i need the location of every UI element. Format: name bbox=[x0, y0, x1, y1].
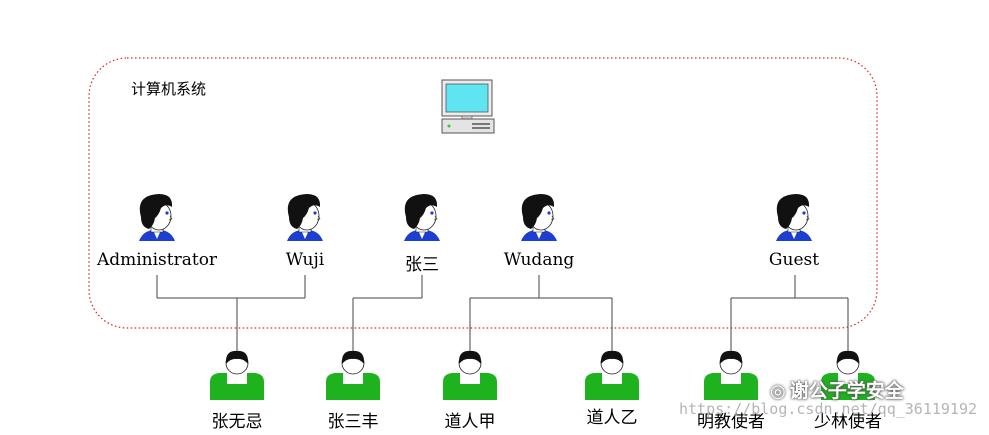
account-label-zhangsan: 张三 bbox=[405, 255, 439, 275]
user-label-zhangsanfeng: 张三丰 bbox=[327, 412, 379, 432]
system-title: 计算机系统 bbox=[131, 80, 207, 98]
account-label-guest: Guest bbox=[768, 250, 820, 270]
account-label-administrator: Administrator bbox=[96, 250, 218, 270]
account-wudang-icon bbox=[520, 193, 558, 242]
account-zhangsan-icon bbox=[403, 193, 441, 242]
account-guest-icon bbox=[775, 193, 813, 242]
desktop-computer-icon bbox=[441, 79, 495, 134]
user-label-zhangwuji: 张无忌 bbox=[211, 412, 263, 432]
diagram-canvas bbox=[88, 57, 878, 401]
account-administrator-icon bbox=[138, 193, 176, 242]
user-zhangwuji-icon bbox=[209, 350, 265, 401]
watermark-brand-text: 谢公子学安全 bbox=[789, 380, 904, 402]
user-mingjiao-icon bbox=[703, 350, 759, 401]
user-zhangsanfeng-icon bbox=[325, 350, 381, 401]
user-daorenyi-icon bbox=[584, 350, 640, 401]
connector-lines bbox=[156, 275, 849, 352]
user-label-daorenyi: 道人乙 bbox=[586, 408, 638, 428]
user-label-daorenjia: 道人甲 bbox=[444, 412, 496, 432]
watermark-brand: ◎ 谢公子学安全 bbox=[770, 376, 904, 403]
account-label-wuji: Wuji bbox=[285, 250, 325, 270]
account-label-wudang: Wudang bbox=[503, 250, 575, 270]
wechat-icon: ◎ bbox=[770, 381, 786, 402]
user-daorenjia-icon bbox=[442, 350, 498, 401]
account-wuji-icon bbox=[286, 193, 324, 242]
